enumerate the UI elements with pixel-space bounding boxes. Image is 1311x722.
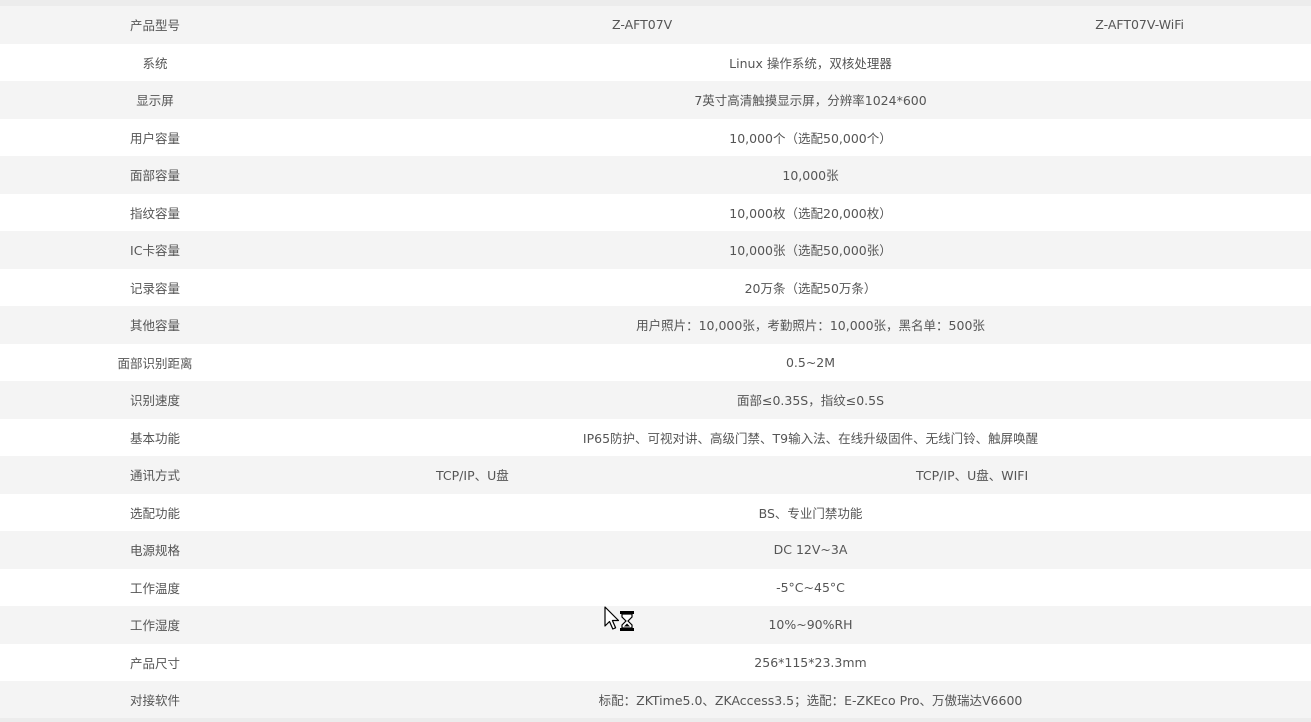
spec-label: 产品型号 bbox=[0, 6, 310, 44]
spec-label: IC卡容量 bbox=[0, 231, 310, 269]
spec-value: 0.5~2M bbox=[310, 343, 1311, 381]
spec-label: 选配功能 bbox=[0, 493, 310, 531]
spec-table-body: 产品型号 Z-AFT07V Z-AFT07V-WiFi 系统 Linux 操作系统，双核… bbox=[0, 6, 1311, 719]
spec-row: 其他容量 用户照片：10,000张，考勤照片：10,000张，黑名单：500张 bbox=[0, 306, 1311, 344]
spec-row: 指纹容量 10,000枚（选配20,000枚） bbox=[0, 193, 1311, 231]
spec-label: 工作温度 bbox=[0, 568, 310, 606]
spec-value: 10%~90%RH bbox=[310, 606, 1311, 644]
spec-value-left: Z-AFT07V bbox=[310, 6, 983, 44]
spec-row: 记录容量 20万条（选配50万条） bbox=[0, 268, 1311, 306]
spec-row: 对接软件 标配：ZKTime5.0、ZKAccess3.5；选配：E-ZKEco … bbox=[0, 681, 1311, 719]
spec-value: BS、专业门禁功能 bbox=[310, 493, 1311, 531]
spec-value: 10,000张（选配50,000张） bbox=[310, 231, 1311, 269]
spec-value: 10,000枚（选配20,000枚） bbox=[310, 193, 1311, 231]
spec-value: 20万条（选配50万条） bbox=[310, 268, 1311, 306]
spec-value: 7英寸高清触摸显示屏，分辨率1024*600 bbox=[310, 81, 1311, 119]
spec-value: 用户照片：10,000张，考勤照片：10,000张，黑名单：500张 bbox=[310, 306, 1311, 344]
spec-row: 通讯方式 TCP/IP、U盘 TCP/IP、U盘、WIFI bbox=[0, 456, 1311, 494]
spec-value: 256*115*23.3mm bbox=[310, 643, 1311, 681]
spec-label: 指纹容量 bbox=[0, 193, 310, 231]
bottom-divider bbox=[0, 718, 1311, 722]
spec-row: 用户容量 10,000个（选配50,000个） bbox=[0, 118, 1311, 156]
spec-row: 产品尺寸 256*115*23.3mm bbox=[0, 643, 1311, 681]
spec-value: IP65防护、可视对讲、高级门禁、T9输入法、在线升级固件、无线门铃、触屏唤醒 bbox=[310, 418, 1311, 456]
spec-row: 产品型号 Z-AFT07V Z-AFT07V-WiFi bbox=[0, 6, 1311, 44]
spec-row: 工作温度 -5°C~45°C bbox=[0, 568, 1311, 606]
spec-label: 工作湿度 bbox=[0, 606, 310, 644]
spec-label: 面部容量 bbox=[0, 156, 310, 194]
spec-value: Linux 操作系统，双核处理器 bbox=[310, 43, 1311, 81]
spec-label: 其他容量 bbox=[0, 306, 310, 344]
spec-label: 产品尺寸 bbox=[0, 643, 310, 681]
spec-row: 系统 Linux 操作系统，双核处理器 bbox=[0, 43, 1311, 81]
spec-label: 通讯方式 bbox=[0, 456, 310, 494]
spec-row: 电源规格 DC 12V~3A bbox=[0, 531, 1311, 569]
spec-value-right: TCP/IP、U盘、WIFI bbox=[640, 456, 1311, 494]
spec-row: 面部识别距离 0.5~2M bbox=[0, 343, 1311, 381]
spec-row: IC卡容量 10,000张（选配50,000张） bbox=[0, 231, 1311, 269]
spec-row: 显示屏 7英寸高清触摸显示屏，分辨率1024*600 bbox=[0, 81, 1311, 119]
spec-label: 显示屏 bbox=[0, 81, 310, 119]
spec-table: 产品型号 Z-AFT07V Z-AFT07V-WiFi 系统 Linux 操作系统，双核… bbox=[0, 6, 1311, 719]
spec-value-left: TCP/IP、U盘 bbox=[310, 456, 640, 494]
spec-value: -5°C~45°C bbox=[310, 568, 1311, 606]
spec-row: 工作湿度 10%~90%RH bbox=[0, 606, 1311, 644]
spec-label: 用户容量 bbox=[0, 118, 310, 156]
spec-value: DC 12V~3A bbox=[310, 531, 1311, 569]
spec-row: 面部容量 10,000张 bbox=[0, 156, 1311, 194]
spec-value: 10,000张 bbox=[310, 156, 1311, 194]
spec-row: 选配功能 BS、专业门禁功能 bbox=[0, 493, 1311, 531]
spec-label: 对接软件 bbox=[0, 681, 310, 719]
spec-label: 记录容量 bbox=[0, 268, 310, 306]
spec-value: 标配：ZKTime5.0、ZKAccess3.5；选配：E-ZKEco Pro、… bbox=[310, 681, 1311, 719]
spec-value: 10,000个（选配50,000个） bbox=[310, 118, 1311, 156]
busy-arrow-cursor-icon bbox=[604, 606, 634, 631]
spec-label: 电源规格 bbox=[0, 531, 310, 569]
spec-row: 基本功能 IP65防护、可视对讲、高级门禁、T9输入法、在线升级固件、无线门铃、触… bbox=[0, 418, 1311, 456]
spec-label: 识别速度 bbox=[0, 381, 310, 419]
spec-label: 基本功能 bbox=[0, 418, 310, 456]
spec-label: 面部识别距离 bbox=[0, 343, 310, 381]
spec-value-right: Z-AFT07V-WiFi bbox=[982, 6, 1311, 44]
spec-label: 系统 bbox=[0, 43, 310, 81]
spec-row: 识别速度 面部≤0.35S，指纹≤0.5S bbox=[0, 381, 1311, 419]
spec-value: 面部≤0.35S，指纹≤0.5S bbox=[310, 381, 1311, 419]
